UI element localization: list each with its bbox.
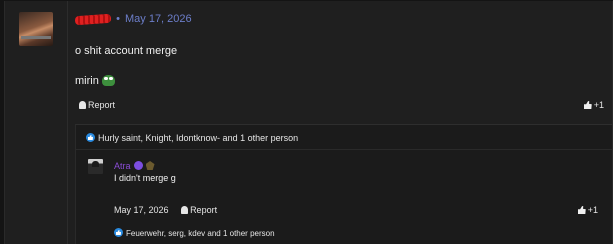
report-label: Report: [88, 100, 116, 110]
reactions-text: Hurly saint, Knight, Idontknow- and 1 ot…: [98, 133, 299, 143]
verified-icon: [133, 161, 143, 170]
reply-meta: May 17, 2026 Report: [114, 205, 217, 215]
like-badge-icon: [86, 133, 95, 142]
medal-icon: [145, 161, 155, 170]
reply-like-button[interactable]: +1: [577, 205, 598, 215]
reply-reactions-summary[interactable]: Feuerwehr, serg, kdev and 1 other person: [114, 228, 275, 238]
frog-emoji-icon: [101, 75, 115, 86]
reactions-and-replies: Hurly saint, Knight, Idontknow- and 1 ot…: [75, 124, 612, 244]
post-header: • May 17, 2026: [74, 13, 192, 26]
thumbs-up-icon: [583, 101, 592, 109]
post-text-mirin: mirin: [75, 75, 99, 87]
post-container: • May 17, 2026 o shit account merge miri…: [4, 1, 613, 244]
header-separator: •: [116, 13, 120, 25]
page: • May 17, 2026 o shit account merge miri…: [0, 0, 613, 244]
reply-header: Atra: [114, 161, 155, 171]
reply-like-count: +1: [587, 205, 598, 215]
reply-reactions-text: Feuerwehr, serg, kdev and 1 other person: [126, 229, 275, 238]
reply-report-label: Report: [190, 205, 218, 215]
username-redacted[interactable]: [74, 13, 112, 25]
reply-date[interactable]: May 17, 2026: [114, 205, 169, 215]
post-date-link[interactable]: May 17, 2026: [125, 13, 192, 25]
like-button[interactable]: +1: [583, 100, 604, 110]
reply-item: Atra I didn't merge g May 17, 2026 Repor…: [76, 149, 612, 244]
reply-username[interactable]: Atra: [114, 161, 131, 171]
post-text-line-1: o shit account merge: [75, 45, 178, 57]
bell-icon: [79, 101, 86, 109]
reply-text: I didn't merge g: [114, 173, 176, 183]
reply-report-button[interactable]: Report: [181, 205, 217, 215]
avatar-bar: [21, 36, 51, 39]
post-sidebar: [5, 1, 68, 244]
avatar[interactable]: [19, 12, 53, 46]
like-count: +1: [593, 100, 604, 110]
reply-avatar[interactable]: [88, 159, 103, 174]
thumbs-up-icon: [577, 206, 586, 214]
post-text-line-2: mirin: [75, 75, 115, 87]
like-badge-icon: [114, 228, 123, 237]
bell-icon: [181, 206, 189, 214]
reactions-summary[interactable]: Hurly saint, Knight, Idontknow- and 1 ot…: [86, 133, 298, 143]
report-button[interactable]: Report: [79, 100, 115, 110]
